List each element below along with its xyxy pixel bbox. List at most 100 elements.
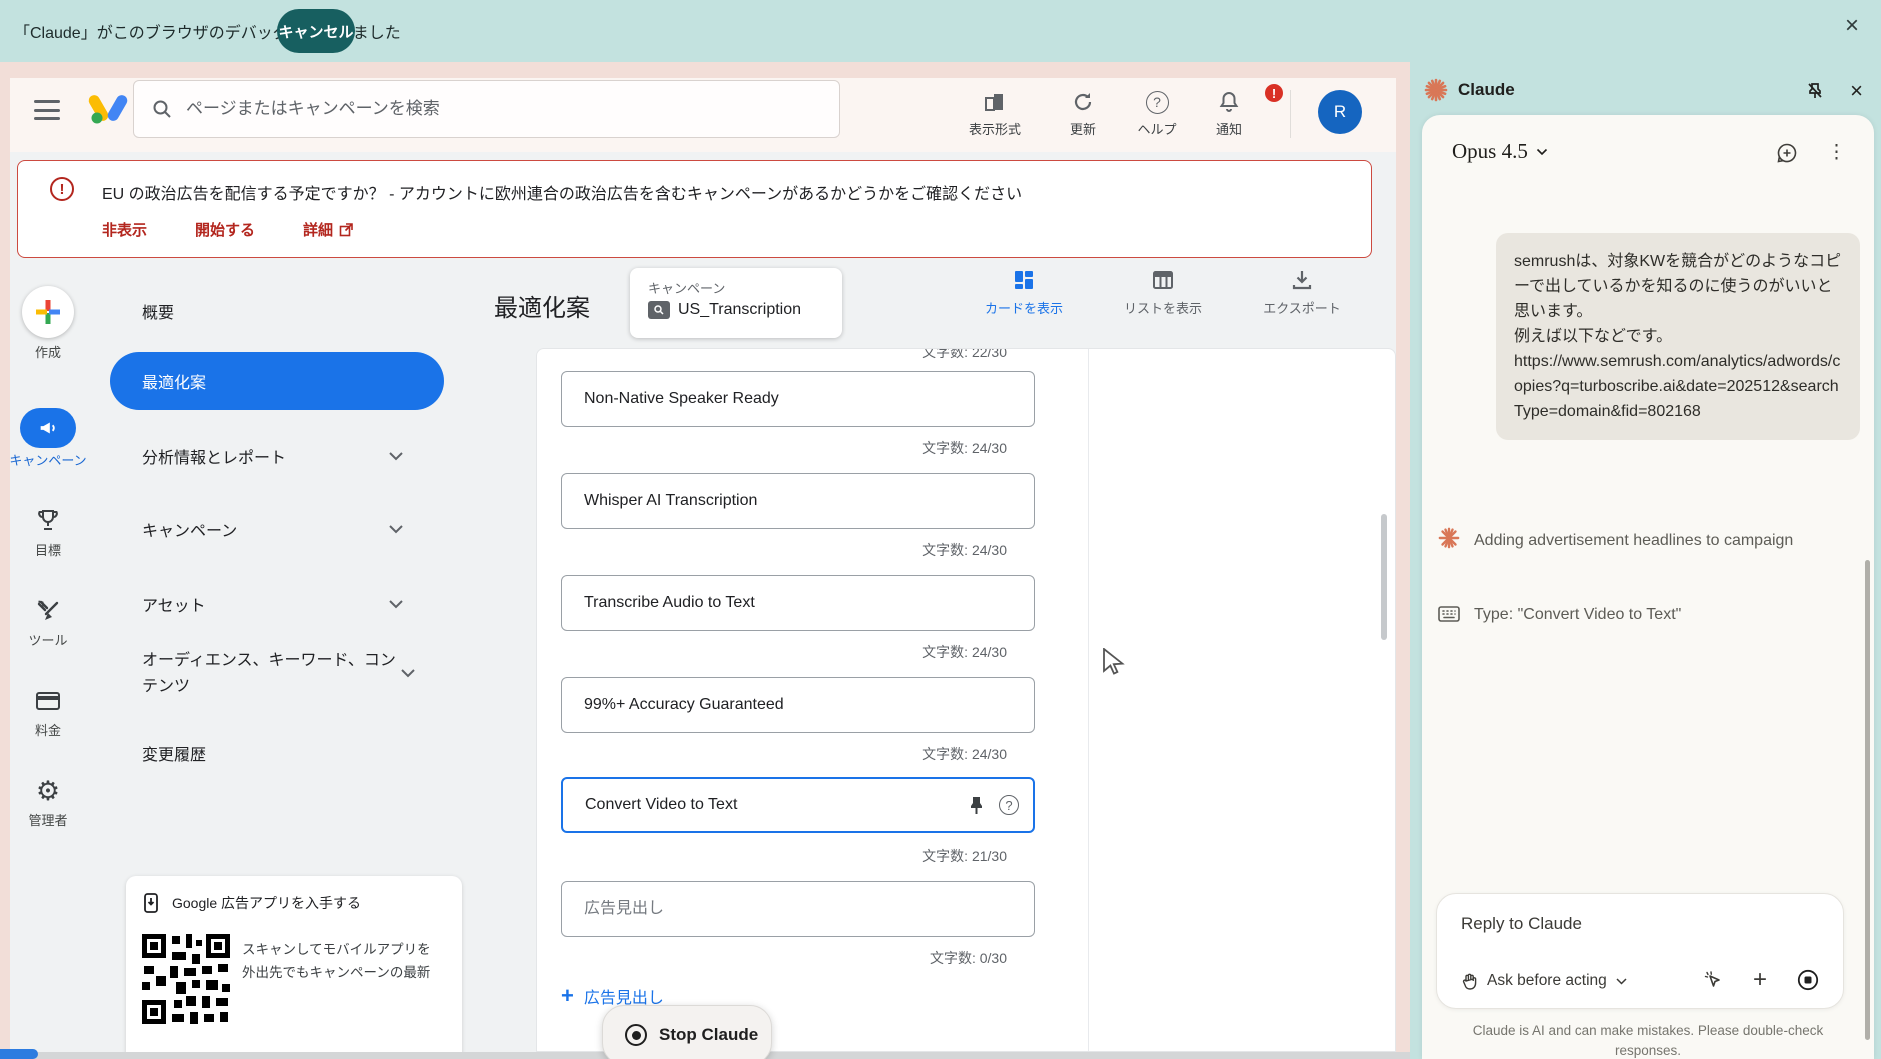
google-ads-logo-icon [86,86,130,130]
select-element-icon[interactable] [1703,970,1723,990]
char-counter-3: 文字数: 24/30 [561,642,1007,662]
attach-plus-icon[interactable]: + [1753,968,1767,992]
search-bar [133,80,840,138]
warning-text: EU の政治広告を配信する予定ですか？ - アカウントに欧州連合の政治広告を含む… [102,180,1022,204]
campaign-search-icon [648,301,670,319]
warning-detail-link[interactable]: 詳細 [303,219,353,240]
chevron-down-icon [1536,148,1548,156]
display-format-icon [983,90,1007,114]
headline-input-3[interactable] [584,594,964,612]
model-selector[interactable]: Opus 4.5 [1452,139,1548,164]
headline-field-3 [561,575,1035,631]
warning-start-link[interactable]: 開始する [195,219,255,240]
claude-spark-icon [1438,527,1460,549]
mobile-app-promo: Google 広告アプリを入手する [126,876,462,1059]
cancel-button[interactable]: キャンセル [277,9,355,53]
refresh-icon [1071,90,1095,114]
permission-mode-dropdown[interactable]: Ask before acting [1461,972,1627,990]
list-view-icon [1151,268,1175,292]
card-view-button[interactable]: カードを表示 [959,268,1089,332]
chevron-down-icon [388,524,404,534]
page-highlight-left [0,62,10,1059]
char-counter-6: 文字数: 0/30 [561,948,1007,968]
nav-insights[interactable]: 分析情報とレポート [110,435,450,477]
gear-icon: ⚙ [0,776,96,806]
headline-input-5[interactable] [585,796,965,814]
char-counter-1: 文字数: 24/30 [561,438,1007,458]
warning-hide-link[interactable]: 非表示 [102,219,147,240]
nav-audiences[interactable]: オーディエンス、キーワード、コンテンツ [110,648,462,700]
headline-input-2[interactable] [584,492,964,510]
chevron-down-icon [388,599,404,609]
reply-box[interactable]: Reply to Claude Ask before acting + [1436,893,1844,1009]
headline-input-4[interactable] [584,696,964,714]
claude-scrollbar-thumb[interactable] [1865,560,1870,1040]
close-icon[interactable]: × [1850,80,1863,102]
nav-campaigns[interactable]: キャンペーン [110,508,450,550]
trophy-icon [33,506,63,536]
rail-item-tools[interactable]: ツール [0,596,96,649]
rail-item-goals[interactable]: 目標 [0,506,96,559]
headline-field-1 [561,371,1035,427]
help-icon[interactable]: ? [999,795,1019,815]
nav-history[interactable]: 変更履歴 [110,732,450,774]
claude-title: Claude [1458,80,1515,100]
hand-icon [1461,973,1478,990]
headline-input-6[interactable] [584,900,964,918]
notification-badge: ! [1263,82,1285,104]
stop-generation-icon[interactable] [1797,969,1819,991]
search-input[interactable] [186,99,786,119]
plus-icon: + [561,983,574,1009]
headline-field-5-focused: ? [561,777,1035,833]
external-link-icon [339,223,353,237]
card-icon [33,686,63,716]
display-format-button[interactable]: 表示形式 [952,78,1038,150]
nav-optimization[interactable]: 最適化案 [110,352,444,410]
avatar[interactable]: R [1318,90,1362,134]
list-view-button[interactable]: リストを表示 [1098,268,1228,332]
promo-title: Google 広告アプリを入手する [172,893,361,913]
search-icon [152,99,172,119]
claude-disclaimer: Claude is AI and can make mistakes. Plea… [1422,1021,1874,1059]
pin-icon[interactable] [968,796,985,815]
promo-line1: スキャンしてモバイルアプリを [242,938,431,961]
bell-icon [1217,90,1241,114]
promo-line2: 外出先でもキャンペーンの最新 [242,961,431,984]
header-divider [1290,90,1291,138]
claude-sidebar: Claude × Opus 4.5 ⋮ semrushは、対象KWを競合がどのよ… [1410,62,1881,1059]
user-message-bubble: semrushは、対象KWを競合がどのようなコピーで出しているかを知るのに使うの… [1496,233,1860,440]
notifications-button[interactable]: ! 通知 [1186,78,1272,150]
rail-item-admin[interactable]: ⚙ 管理者 [0,776,96,829]
menu-icon[interactable] [34,100,60,120]
more-icon[interactable]: ⋮ [1827,141,1846,164]
nav-overview[interactable]: 概要 [110,290,450,332]
close-icon[interactable]: × [1845,14,1859,38]
stop-claude-button[interactable]: Stop Claude [602,1005,772,1059]
campaign-name: US_Transcription [678,301,801,319]
debug-banner: 「Claude」がこのブラウザのデバッグを開始しました キャンセル × [0,0,1881,62]
megaphone-icon [37,417,59,439]
mouse-cursor [1102,648,1128,676]
new-chat-icon[interactable] [1777,143,1797,163]
chevron-down-icon [400,668,416,678]
status-type-action: Type: "Convert Video to Text" [1438,601,1794,628]
campaign-selector[interactable]: キャンペーン US_Transcription [630,268,842,338]
unpin-icon[interactable] [1806,82,1824,100]
headline-field-4 [561,677,1035,733]
rail-item-billing[interactable]: 料金 [0,686,96,739]
reply-placeholder: Reply to Claude [1461,914,1582,934]
rail-item-create[interactable]: 作成 [0,286,96,361]
download-icon [1290,268,1314,292]
char-counter-clipped: 文字数: 22/30 [561,348,1007,362]
chevron-down-icon [388,451,404,461]
export-button[interactable]: エクスポート [1237,268,1367,332]
keyboard-icon [1438,605,1460,623]
record-icon [625,1024,647,1046]
headline-input-1[interactable] [584,390,964,408]
nav-assets[interactable]: アセット [110,583,450,625]
char-counter-5: 文字数: 21/30 [561,846,1007,866]
headline-field-2 [561,473,1035,529]
rail-item-campaign[interactable]: キャンペーン [0,408,96,469]
main-scrollbar-thumb[interactable] [1381,514,1387,640]
char-counter-4: 文字数: 24/30 [561,744,1007,764]
